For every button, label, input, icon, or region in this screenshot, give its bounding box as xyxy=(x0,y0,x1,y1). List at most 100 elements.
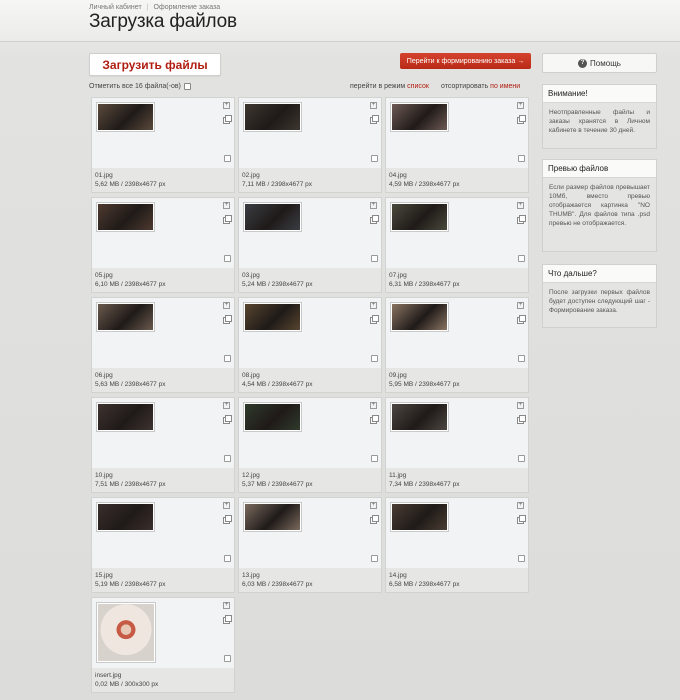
file-thumbnail[interactable] xyxy=(390,402,449,432)
file-thumbnail[interactable] xyxy=(390,102,449,132)
copy-icon[interactable] xyxy=(517,215,526,224)
thumbnail-image xyxy=(245,504,300,530)
file-preview-area: + xyxy=(386,98,528,168)
breadcrumb-item-order[interactable]: Оформление заказа xyxy=(154,4,221,11)
enlarge-icon[interactable]: + xyxy=(370,402,377,409)
file-thumbnail[interactable] xyxy=(243,402,302,432)
file-thumbnail[interactable] xyxy=(96,202,155,232)
file-preview-area: + xyxy=(386,198,528,268)
file-checkbox[interactable] xyxy=(518,555,525,562)
file-card[interactable]: + 10.jpg 7,51 MB / 2398x4677 px xyxy=(91,397,235,493)
file-thumbnail[interactable] xyxy=(96,302,155,332)
file-info: 10.jpg 7,51 MB / 2398x4677 px xyxy=(92,468,234,492)
file-checkbox[interactable] xyxy=(518,355,525,362)
file-checkbox[interactable] xyxy=(371,155,378,162)
file-checkbox[interactable] xyxy=(371,555,378,562)
copy-icon[interactable] xyxy=(223,215,232,224)
file-card[interactable]: + 08.jpg 4,54 MB / 2398x4677 px xyxy=(238,297,382,393)
go-to-order-button[interactable]: Перейти к формированию заказа → xyxy=(400,53,531,69)
file-card[interactable]: + insert.jpg 0,02 MB / 300x300 px xyxy=(91,597,235,693)
file-thumbnail[interactable] xyxy=(243,102,302,132)
file-card[interactable]: + 15.jpg 5,19 MB / 2398x4677 px xyxy=(91,497,235,593)
enlarge-icon[interactable]: + xyxy=(517,502,524,509)
enlarge-icon[interactable]: + xyxy=(517,202,524,209)
copy-icon[interactable] xyxy=(370,515,379,524)
enlarge-icon[interactable]: + xyxy=(370,202,377,209)
file-name: 01.jpg xyxy=(95,172,113,179)
file-thumbnail[interactable] xyxy=(390,302,449,332)
enlarge-icon[interactable]: + xyxy=(223,102,230,109)
enlarge-icon[interactable]: + xyxy=(223,502,230,509)
file-checkbox[interactable] xyxy=(371,455,378,462)
enlarge-icon[interactable]: + xyxy=(370,302,377,309)
file-thumbnail[interactable] xyxy=(96,402,155,432)
file-meta: 5,37 MB / 2398x4677 px xyxy=(242,481,313,488)
file-checkbox[interactable] xyxy=(518,155,525,162)
file-checkbox[interactable] xyxy=(224,355,231,362)
file-checkbox[interactable] xyxy=(224,555,231,562)
file-checkbox[interactable] xyxy=(224,155,231,162)
sort-by-name-link[interactable]: по имени xyxy=(490,83,520,90)
file-thumbnail[interactable] xyxy=(96,102,155,132)
help-button[interactable]: ? Помощь xyxy=(542,53,657,73)
file-card[interactable]: + 02.jpg 7,11 MB / 2398x4677 px xyxy=(238,97,382,193)
enlarge-icon[interactable]: + xyxy=(223,602,230,609)
file-checkbox[interactable] xyxy=(518,255,525,262)
select-all-checkbox[interactable] xyxy=(183,83,191,90)
copy-icon[interactable] xyxy=(223,315,232,324)
file-thumbnail[interactable] xyxy=(243,202,302,232)
file-card[interactable]: + 12.jpg 5,37 MB / 2398x4677 px xyxy=(238,397,382,493)
file-card[interactable]: + 03.jpg 5,24 MB / 2398x4677 px xyxy=(238,197,382,293)
copy-icon[interactable] xyxy=(517,115,526,124)
copy-icon[interactable] xyxy=(223,515,232,524)
enlarge-icon[interactable]: + xyxy=(223,402,230,409)
file-checkbox[interactable] xyxy=(224,655,231,662)
copy-icon[interactable] xyxy=(370,215,379,224)
file-preview-area: + xyxy=(239,498,381,568)
file-card[interactable]: + 11.jpg 7,34 MB / 2398x4677 px xyxy=(385,397,529,493)
enlarge-icon[interactable]: + xyxy=(223,202,230,209)
file-card[interactable]: + 06.jpg 5,63 MB / 2398x4677 px xyxy=(91,297,235,393)
file-preview-area: + xyxy=(92,398,234,468)
file-card[interactable]: + 14.jpg 6,58 MB / 2398x4677 px xyxy=(385,497,529,593)
file-checkbox[interactable] xyxy=(224,255,231,262)
copy-icon[interactable] xyxy=(517,315,526,324)
file-card[interactable]: + 04.jpg 4,59 MB / 2398x4677 px xyxy=(385,97,529,193)
enlarge-icon[interactable]: + xyxy=(517,102,524,109)
file-thumbnail[interactable] xyxy=(243,502,302,532)
file-card[interactable]: + 07.jpg 6,31 MB / 2398x4677 px xyxy=(385,197,529,293)
file-checkbox[interactable] xyxy=(224,455,231,462)
copy-icon[interactable] xyxy=(223,415,232,424)
file-card[interactable]: + 13.jpg 6,03 MB / 2398x4677 px xyxy=(238,497,382,593)
file-name: 05.jpg xyxy=(95,272,113,279)
file-card[interactable]: + 05.jpg 6,10 MB / 2398x4677 px xyxy=(91,197,235,293)
file-card[interactable]: + 01.jpg 5,62 MB / 2398x4677 px xyxy=(91,97,235,193)
file-checkbox[interactable] xyxy=(518,455,525,462)
enlarge-icon[interactable]: + xyxy=(517,402,524,409)
copy-icon[interactable] xyxy=(370,315,379,324)
file-name: 07.jpg xyxy=(389,272,407,279)
enlarge-icon[interactable]: + xyxy=(370,102,377,109)
enlarge-icon[interactable]: + xyxy=(370,502,377,509)
file-name: 03.jpg xyxy=(242,272,260,279)
file-checkbox[interactable] xyxy=(371,355,378,362)
file-preview-area: + xyxy=(92,298,234,368)
file-thumbnail[interactable] xyxy=(390,502,449,532)
copy-icon[interactable] xyxy=(517,415,526,424)
copy-icon[interactable] xyxy=(223,615,232,624)
copy-icon[interactable] xyxy=(370,415,379,424)
file-thumbnail[interactable] xyxy=(390,202,449,232)
file-card[interactable]: + 09.jpg 5,95 MB / 2398x4677 px xyxy=(385,297,529,393)
enlarge-icon[interactable]: + xyxy=(223,302,230,309)
file-thumbnail[interactable] xyxy=(96,602,156,663)
enlarge-icon[interactable]: + xyxy=(517,302,524,309)
copy-icon[interactable] xyxy=(223,115,232,124)
upload-files-button[interactable]: Загрузить файлы xyxy=(89,53,221,76)
copy-icon[interactable] xyxy=(517,515,526,524)
copy-icon[interactable] xyxy=(370,115,379,124)
view-mode-list-link[interactable]: список xyxy=(407,83,429,90)
file-thumbnail[interactable] xyxy=(243,302,302,332)
breadcrumb-item-cabinet[interactable]: Личный кабинет xyxy=(89,4,142,11)
file-checkbox[interactable] xyxy=(371,255,378,262)
file-thumbnail[interactable] xyxy=(96,502,155,532)
